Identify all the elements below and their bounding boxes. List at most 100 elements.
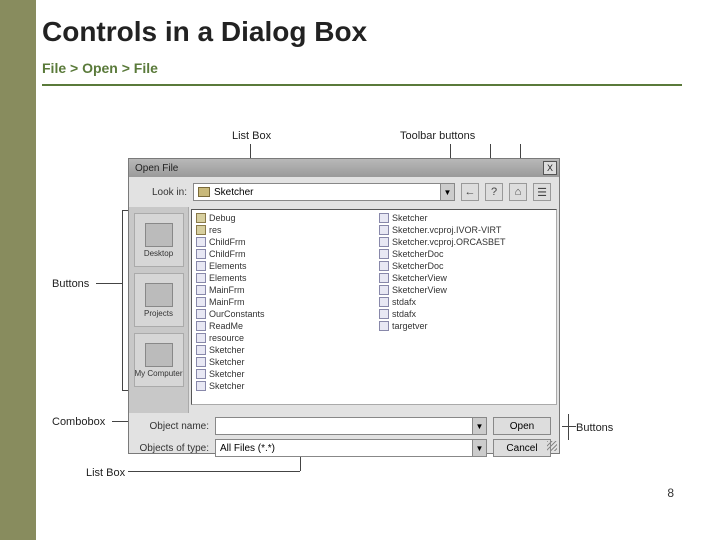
- desktop-icon: [145, 223, 173, 247]
- toolbar-help-button[interactable]: ?: [485, 183, 503, 201]
- list-item[interactable]: Debug: [196, 212, 364, 224]
- callout-buttons-left: Buttons: [52, 278, 89, 290]
- close-icon: X: [547, 163, 553, 173]
- list-item[interactable]: ChildFrm: [196, 248, 364, 260]
- list-item[interactable]: SketcherView: [379, 284, 547, 296]
- file-icon: [196, 345, 206, 355]
- file-icon: [196, 285, 206, 295]
- objname-combobox[interactable]: ▼: [215, 417, 487, 435]
- folder-icon: [198, 187, 210, 197]
- file-name: SketcherDoc: [392, 249, 444, 259]
- lookin-value: Sketcher: [214, 187, 253, 198]
- file-name: Elements: [209, 273, 247, 283]
- file-icon: [196, 237, 206, 247]
- place-label: My Computer: [135, 369, 183, 378]
- file-icon: [196, 333, 206, 343]
- file-icon: [379, 213, 389, 223]
- file-name: Elements: [209, 261, 247, 271]
- objtype-label: Objects of type:: [137, 443, 209, 454]
- file-icon: [196, 309, 206, 319]
- list-item[interactable]: Sketcher: [196, 380, 364, 392]
- chevron-down-icon[interactable]: ▼: [472, 440, 486, 456]
- list-item[interactable]: MainFrm: [196, 284, 364, 296]
- list-item[interactable]: Sketcher.vcproj.IVOR-VIRT: [379, 224, 547, 236]
- folder-icon: [196, 225, 206, 235]
- dialog-bottom: Object name: ▼ Open Objects of type: All…: [129, 413, 559, 465]
- help-icon: ?: [491, 186, 497, 198]
- list-item[interactable]: Sketcher.vcproj.ORCASBET: [379, 236, 547, 248]
- resize-grip[interactable]: [547, 441, 557, 451]
- file-name: Sketcher: [209, 357, 245, 367]
- chevron-down-icon[interactable]: ▼: [440, 184, 454, 200]
- toolbar-back-button[interactable]: ←: [461, 183, 479, 201]
- chevron-down-icon[interactable]: ▼: [472, 418, 486, 434]
- lookin-label: Look in:: [137, 187, 187, 198]
- list-item[interactable]: OurConstants: [196, 308, 364, 320]
- objtype-value: All Files (*.*): [220, 443, 275, 454]
- objname-label: Object name:: [137, 421, 209, 432]
- file-icon: [196, 357, 206, 367]
- dialog-title: Open File: [135, 163, 178, 174]
- list-item[interactable]: stdafx: [379, 296, 547, 308]
- file-name: Sketcher: [209, 345, 245, 355]
- list-item[interactable]: ChildFrm: [196, 236, 364, 248]
- file-name: resource: [209, 333, 244, 343]
- list-item[interactable]: Sketcher: [196, 368, 364, 380]
- list-item[interactable]: Elements: [196, 260, 364, 272]
- list-item[interactable]: SketcherView: [379, 272, 547, 284]
- list-item[interactable]: Sketcher: [196, 356, 364, 368]
- file-icon: [379, 249, 389, 259]
- file-icon: [196, 369, 206, 379]
- place-label: Projects: [144, 309, 173, 318]
- file-icon: [379, 225, 389, 235]
- lookin-row: Look in: Sketcher ▼ ← ? ⌂ ☰: [129, 177, 559, 207]
- place-mycomputer[interactable]: My Computer: [134, 333, 184, 387]
- file-name: SketcherView: [392, 285, 447, 295]
- list-item[interactable]: ReadMe: [196, 320, 364, 332]
- file-icon: [379, 273, 389, 283]
- pointer-line: [122, 210, 123, 390]
- cancel-button[interactable]: Cancel: [493, 439, 551, 457]
- open-button[interactable]: Open: [493, 417, 551, 435]
- callout-listbox-top: List Box: [232, 130, 271, 142]
- file-name: SketcherDoc: [392, 261, 444, 271]
- list-item[interactable]: Sketcher: [379, 212, 547, 224]
- file-name: Sketcher: [209, 369, 245, 379]
- close-button[interactable]: X: [543, 161, 557, 175]
- list-item[interactable]: res: [196, 224, 364, 236]
- callout-combobox: Combobox: [52, 416, 105, 428]
- toolbar-views-button[interactable]: ☰: [533, 183, 551, 201]
- pointer-line: [128, 471, 300, 472]
- list-item[interactable]: SketcherDoc: [379, 248, 547, 260]
- list-item[interactable]: Sketcher: [196, 344, 364, 356]
- home-icon: ⌂: [515, 186, 522, 198]
- list-item[interactable]: resource: [196, 332, 364, 344]
- file-icon: [379, 321, 389, 331]
- list-item[interactable]: targetver: [379, 320, 547, 332]
- file-icon: [196, 249, 206, 259]
- file-icon: [379, 261, 389, 271]
- file-name: SketcherView: [392, 273, 447, 283]
- list-item[interactable]: Elements: [196, 272, 364, 284]
- title-underline: [42, 84, 682, 86]
- place-projects[interactable]: Projects: [134, 273, 184, 327]
- cancel-button-label: Cancel: [506, 443, 537, 454]
- file-listbox[interactable]: DebugresChildFrmChildFrmElementsElements…: [191, 209, 557, 405]
- callout-listbox-bottom: List Box: [86, 467, 125, 479]
- pointer-line: [568, 414, 569, 440]
- file-name: OurConstants: [209, 309, 265, 319]
- list-item[interactable]: stdafx: [379, 308, 547, 320]
- list-item[interactable]: SketcherDoc: [379, 260, 547, 272]
- toolbar-home-button[interactable]: ⌂: [509, 183, 527, 201]
- callout-toolbar-buttons: Toolbar buttons: [400, 130, 475, 142]
- dialog-titlebar[interactable]: Open File X: [129, 159, 559, 177]
- lookin-combobox[interactable]: Sketcher ▼: [193, 183, 455, 201]
- list-item[interactable]: MainFrm: [196, 296, 364, 308]
- pointer-line: [562, 426, 576, 427]
- objtype-combobox[interactable]: All Files (*.*) ▼: [215, 439, 487, 457]
- file-icon: [196, 321, 206, 331]
- file-name: MainFrm: [209, 297, 245, 307]
- place-desktop[interactable]: Desktop: [134, 213, 184, 267]
- mycomputer-icon: [145, 343, 173, 367]
- file-icon: [379, 309, 389, 319]
